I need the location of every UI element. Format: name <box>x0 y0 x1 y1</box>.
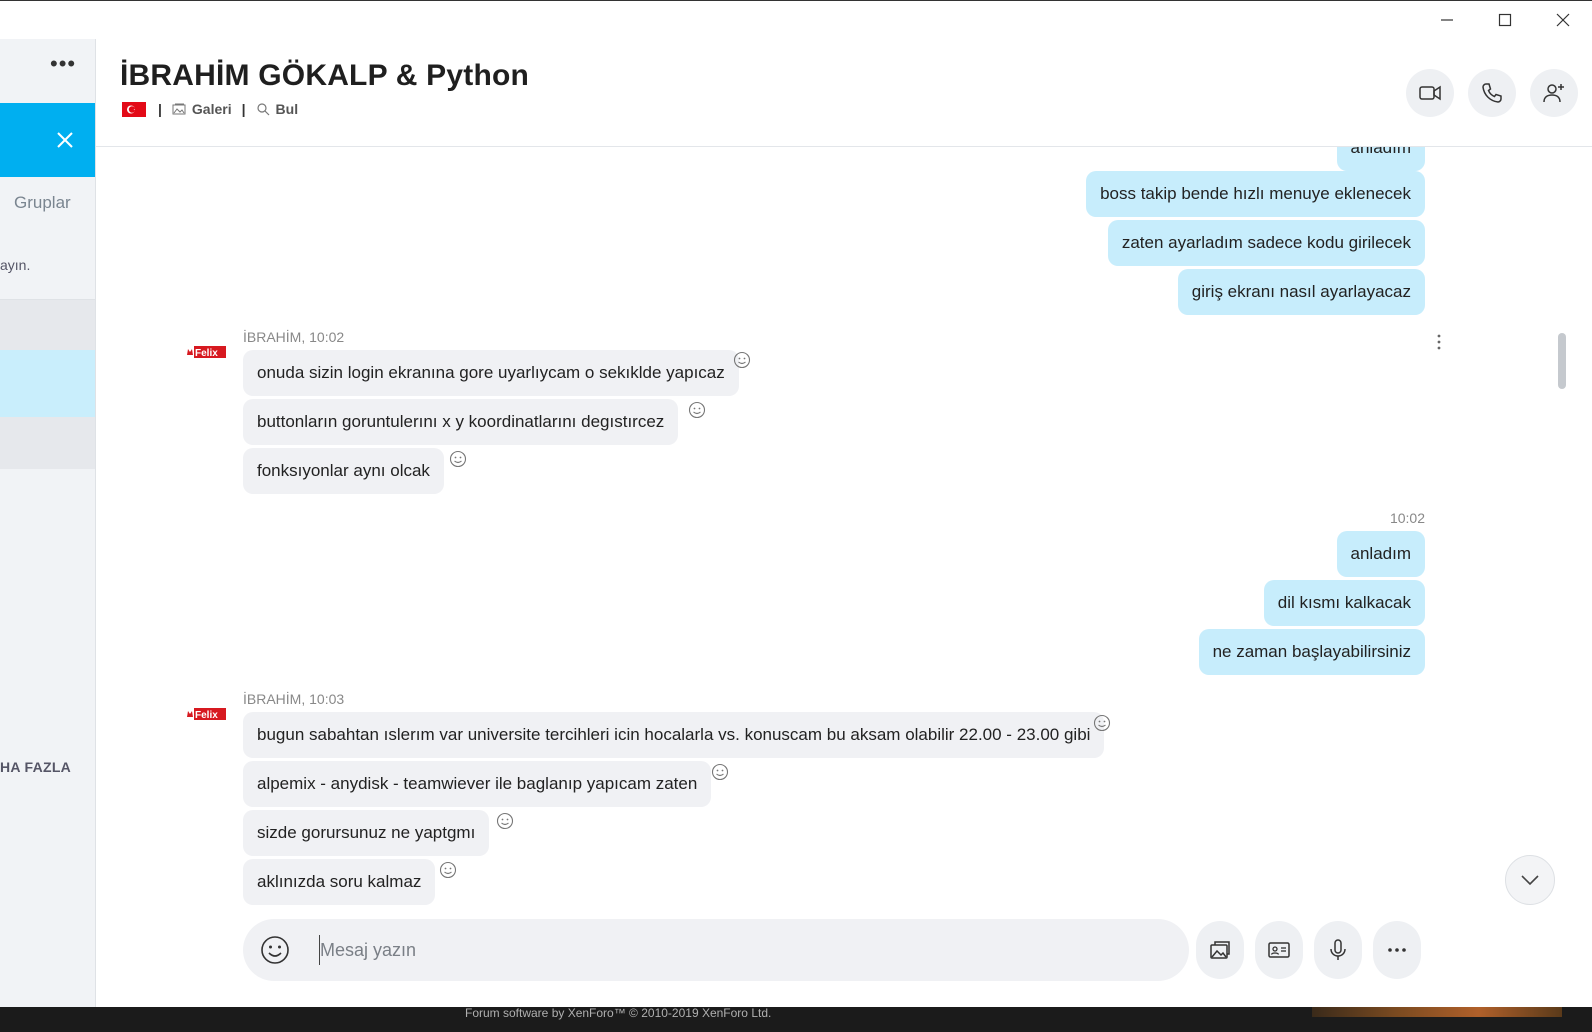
sidebar: ••• Gruplar ayın. HA FAZLA <box>0 39 96 1009</box>
maximize-button[interactable] <box>1476 1 1534 39</box>
turkey-flag-icon <box>122 101 146 117</box>
message-incoming[interactable]: aklınızda soru kalmaz <box>243 859 436 905</box>
chevron-down-icon <box>1521 875 1539 886</box>
minimize-button[interactable] <box>1418 1 1476 39</box>
scroll-to-bottom-button[interactable] <box>1505 855 1555 905</box>
emoji-picker-button[interactable] <box>259 934 291 966</box>
more-horizontal-icon <box>1388 948 1406 952</box>
message-incoming[interactable]: buttonların goruntulerını x y koordinatl… <box>243 399 679 445</box>
phone-icon <box>1482 83 1502 103</box>
react-emoji-button[interactable] <box>449 450 467 468</box>
message-incoming[interactable]: sizde gorursunuz ne yaptgmı <box>243 810 490 856</box>
message-incoming[interactable]: alpemix - anydisk - teamwiever ile bagla… <box>243 761 712 807</box>
header-actions <box>1406 69 1578 117</box>
contact-card-icon <box>1268 942 1290 958</box>
separator: | <box>241 101 246 117</box>
conversation-title: İBRAHİM GÖKALP & Python <box>120 59 530 92</box>
react-emoji-button[interactable] <box>733 351 751 369</box>
smiley-icon <box>496 812 514 830</box>
react-emoji-button[interactable] <box>711 763 729 781</box>
kebab-icon <box>1437 334 1441 350</box>
close-panel-button[interactable] <box>0 103 95 177</box>
video-call-button[interactable] <box>1406 69 1454 117</box>
svg-text:Felix: Felix <box>195 710 218 721</box>
message-outgoing[interactable]: anladım <box>1336 147 1425 171</box>
message-input[interactable] <box>319 935 1159 965</box>
more-options-button[interactable]: ••• <box>50 53 80 79</box>
tab-groups[interactable]: Gruplar <box>14 193 71 213</box>
maximize-icon <box>1498 13 1512 27</box>
smiley-icon <box>688 401 706 419</box>
felix-logo-icon: Felix <box>186 346 226 359</box>
sidebar-item-selected[interactable] <box>0 350 95 417</box>
close-icon <box>1556 13 1570 27</box>
react-emoji-button[interactable] <box>688 401 706 419</box>
message-outgoing[interactable]: ne zaman başlayabilirsiniz <box>1198 629 1425 675</box>
smiley-icon <box>439 861 457 879</box>
smiley-icon <box>733 351 751 369</box>
conversation-header: İBRAHİM GÖKALP & Python | Galeri | Bul <box>96 39 1592 147</box>
felix-logo-icon: Felix <box>186 708 226 721</box>
message-incoming[interactable]: onuda sizin login ekranına gore uyarlıyc… <box>243 350 739 396</box>
message-outgoing[interactable]: zaten ayarladım sadece kodu girilecek <box>1107 220 1425 266</box>
message-outgoing[interactable]: boss takip bende hızlı menuye eklenecek <box>1086 171 1425 217</box>
close-icon <box>57 132 73 148</box>
react-emoji-button[interactable] <box>1093 714 1111 732</box>
microphone-icon <box>1330 939 1346 960</box>
smiley-icon <box>711 763 729 781</box>
smiley-icon <box>261 936 289 964</box>
more-actions-button[interactable] <box>1373 921 1421 979</box>
svg-text:Felix: Felix <box>195 348 218 359</box>
scrollbar-thumb[interactable] <box>1558 333 1566 389</box>
find-label: Bul <box>275 101 299 117</box>
message-incoming[interactable]: fonksıyonlar aynı olcak <box>243 448 444 494</box>
avatar[interactable]: Felix <box>186 343 226 363</box>
add-participant-button[interactable] <box>1530 69 1578 117</box>
sidebar-hint: ayın. <box>0 257 31 273</box>
media-gallery-icon <box>1210 941 1230 959</box>
app-window: ••• Gruplar ayın. HA FAZLA İBRAHİM GÖKAL… <box>0 0 1592 1032</box>
window-controls <box>1418 1 1592 39</box>
react-emoji-button[interactable] <box>439 861 457 879</box>
gallery-icon <box>172 103 186 115</box>
composer-actions <box>1196 921 1421 979</box>
message-composer <box>243 919 1189 981</box>
search-icon <box>256 103 269 116</box>
close-window-button[interactable] <box>1534 1 1592 39</box>
message-incoming[interactable]: bugun sabahtan ıslerım var universite te… <box>243 712 1105 758</box>
message-meta: İBRAHİM, 10:03 <box>243 691 345 707</box>
message-outgoing[interactable]: dil kısmı kalkacak <box>1263 580 1425 626</box>
message-meta: İBRAHİM, 10:02 <box>243 329 345 345</box>
message-list[interactable]: anladım boss takip bende hızlı menuye ek… <box>96 147 1592 1007</box>
more-label[interactable]: HA FAZLA <box>0 759 71 775</box>
send-media-button[interactable] <box>1196 921 1244 979</box>
avatar[interactable]: Felix <box>186 705 226 725</box>
audio-call-button[interactable] <box>1468 69 1516 117</box>
message-outgoing[interactable]: giriş ekranı nasıl ayarlayacaz <box>1177 269 1425 315</box>
send-contact-button[interactable] <box>1255 921 1303 979</box>
gallery-label: Galeri <box>191 101 232 117</box>
message-meta: 10:02 <box>1389 510 1425 526</box>
smiley-icon <box>449 450 467 468</box>
message-outgoing[interactable]: anladım <box>1336 531 1425 577</box>
video-camera-icon <box>1419 85 1441 101</box>
conversation-subline: | Galeri | Bul <box>122 101 308 117</box>
separator: | <box>158 101 162 117</box>
minimize-icon <box>1441 19 1453 21</box>
sidebar-item[interactable] <box>0 300 95 350</box>
background-art <box>1312 1007 1562 1017</box>
message-options-button[interactable] <box>1436 333 1442 351</box>
gallery-link[interactable]: Galeri <box>172 101 232 117</box>
smiley-icon <box>1093 714 1111 732</box>
add-person-icon <box>1543 84 1564 103</box>
find-link[interactable]: Bul <box>256 101 299 117</box>
sidebar-item[interactable] <box>0 417 95 469</box>
react-emoji-button[interactable] <box>496 812 514 830</box>
background-page-footer: Forum software by XenForo™ © 2010-2019 X… <box>0 1007 1592 1032</box>
footer-text: Forum software by XenForo™ © 2010-2019 X… <box>465 1006 772 1020</box>
voice-message-button[interactable] <box>1314 921 1362 979</box>
